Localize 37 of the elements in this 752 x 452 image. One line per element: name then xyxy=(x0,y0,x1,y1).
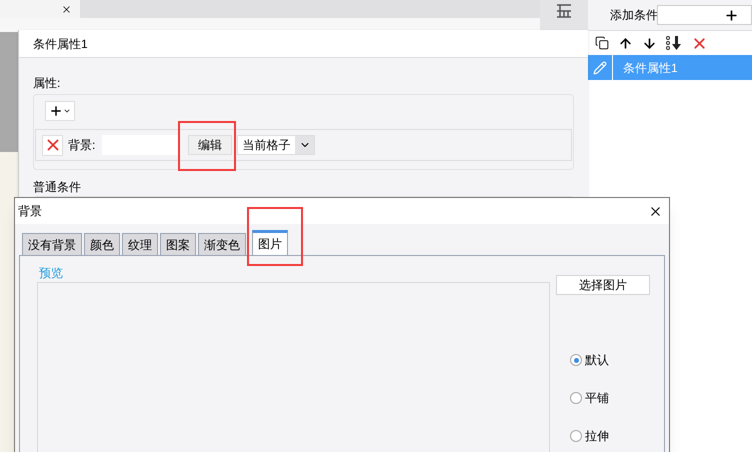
tab[interactable]: 颜色 xyxy=(84,233,120,255)
edit-button[interactable]: 编辑 xyxy=(188,135,232,155)
tab[interactable]: 纹理 xyxy=(122,233,158,255)
add-property-button[interactable] xyxy=(45,101,75,121)
caret-icon xyxy=(63,107,71,115)
move-up-icon[interactable] xyxy=(618,36,633,50)
field-label: 背景: xyxy=(68,137,96,154)
tab[interactable]: 图案 xyxy=(160,233,196,255)
dialog-title: 背景 xyxy=(18,203,42,220)
move-bottom-icon[interactable] xyxy=(666,36,682,50)
radio-option[interactable]: 平铺 xyxy=(570,389,650,407)
radio-button[interactable] xyxy=(570,430,582,442)
radio-option[interactable]: 拉伸 xyxy=(570,427,650,445)
plus-icon xyxy=(724,8,739,22)
highlight-box xyxy=(247,207,303,266)
preview-label: 预览 xyxy=(39,265,64,282)
radio-button[interactable] xyxy=(570,392,582,404)
radio-button[interactable] xyxy=(570,354,582,366)
tab[interactable]: 图片 xyxy=(252,230,288,255)
radio-option[interactable]: 默认 xyxy=(570,351,650,369)
scope-select[interactable]: 当前格子 xyxy=(237,135,315,155)
close-icon[interactable] xyxy=(61,4,72,14)
pencil-icon xyxy=(593,60,607,74)
background-field[interactable] xyxy=(102,135,180,155)
section-label: 属性: xyxy=(33,75,62,92)
dialog-title: 条件属性1 xyxy=(33,36,88,52)
choose-image-button[interactable]: 选择图片 xyxy=(556,275,650,295)
add-condition-label: 添加条件 xyxy=(610,7,656,24)
plus-icon xyxy=(49,104,63,118)
move-down-icon[interactable] xyxy=(642,36,657,50)
tab[interactable]: 渐变色 xyxy=(198,233,246,255)
copy-icon[interactable] xyxy=(595,36,609,50)
highlight-box xyxy=(178,121,236,171)
grid-tool[interactable] xyxy=(540,0,588,30)
grid-icon xyxy=(556,4,572,18)
section-label: 普通条件 xyxy=(33,179,82,196)
tab[interactable]: 没有背景 xyxy=(22,233,82,255)
